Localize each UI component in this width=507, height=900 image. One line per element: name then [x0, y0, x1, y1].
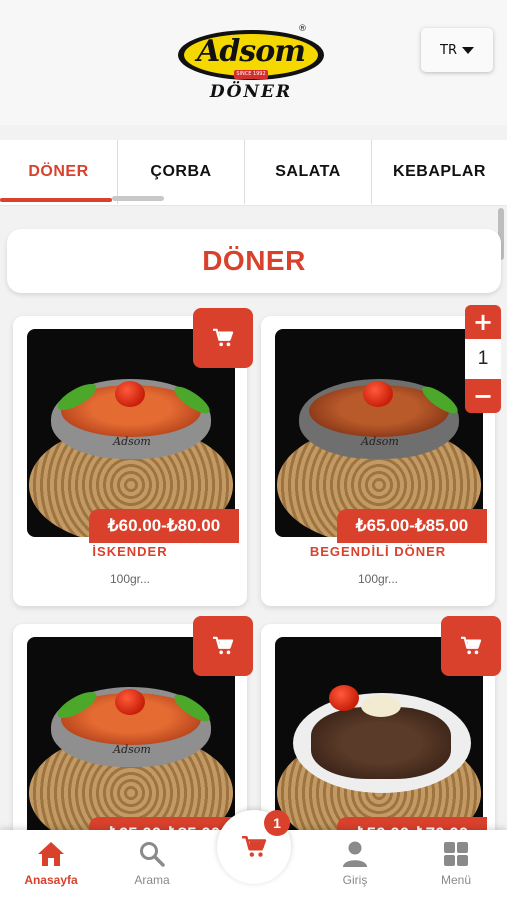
bowl-brand: Adsom	[113, 435, 151, 448]
tab-label: SALATA	[275, 163, 341, 180]
nav-home[interactable]: Anasayfa	[11, 838, 91, 894]
logo-since-badge: SINCE 1992	[234, 70, 268, 79]
product-name[interactable]: BEGENDİLİ DÖNER	[261, 544, 495, 559]
nav-login[interactable]: Giriş	[315, 838, 395, 894]
bowl-brand: Adsom	[113, 743, 151, 756]
tab-salata[interactable]: SALATA	[245, 140, 372, 204]
nav-label: Arama	[134, 873, 170, 887]
logo-brand-text: Adsom	[197, 34, 306, 69]
category-tabs: DÖNER ÇORBA SALATA KEBAPLAR	[0, 140, 507, 206]
tab-label: KEBAPLAR	[393, 163, 486, 180]
product-card[interactable]: Adsom ₺60.00-₺80.00 İSKENDER 100gr...	[13, 308, 253, 606]
nav-label: Anasayfa	[24, 873, 78, 887]
product-description: 100gr...	[109, 572, 151, 586]
product-description: 100gr...	[357, 572, 399, 586]
nav-search[interactable]: Arama	[112, 838, 192, 894]
cart-icon	[213, 636, 234, 655]
tabs-scrollbar[interactable]	[112, 196, 164, 201]
cart-count-badge: 1	[264, 810, 290, 836]
product-price: ₺65.00-₺85.00	[337, 509, 487, 543]
logo-subtitle: DÖNER	[209, 82, 293, 102]
language-label: TR	[440, 42, 457, 58]
cart-icon	[213, 328, 234, 347]
tomato	[115, 689, 145, 715]
section-title: DÖNER	[7, 229, 501, 293]
tab-doner[interactable]: DÖNER	[0, 140, 118, 204]
nav-menu[interactable]: Menü	[416, 838, 496, 894]
add-to-cart-button[interactable]	[193, 616, 253, 676]
increase-quantity-button[interactable]: +	[465, 305, 501, 339]
product-name[interactable]: İSKENDER	[13, 544, 247, 559]
nav-label: Menü	[440, 873, 472, 887]
product-card[interactable]: Adsom ₺65.00-₺85.00 BEGENDİLİ DÖNER 100g…	[261, 316, 495, 606]
tomato	[363, 381, 393, 407]
tab-kebaplar[interactable]: KEBAPLAR	[372, 140, 507, 204]
active-tab-indicator	[0, 198, 112, 202]
grid-menu-icon	[441, 840, 471, 868]
cart-icon	[242, 835, 267, 857]
product-price: ₺60.00-₺80.00	[89, 509, 239, 543]
cart-icon	[461, 636, 482, 655]
language-selector[interactable]: TR	[421, 28, 493, 72]
user-icon	[340, 840, 370, 868]
caret-down-icon	[461, 46, 474, 54]
doner-meat	[311, 707, 451, 779]
quantity-value: 1	[465, 339, 501, 379]
tab-label: DÖNER	[28, 163, 89, 180]
add-to-cart-button[interactable]	[193, 308, 253, 368]
quantity-stepper[interactable]: + 1 −	[465, 305, 501, 413]
decrease-quantity-button[interactable]: −	[465, 379, 501, 413]
add-to-cart-button[interactable]	[441, 616, 501, 676]
home-icon	[36, 840, 66, 868]
registered-mark: ®	[298, 24, 307, 34]
tab-label: ÇORBA	[150, 163, 212, 180]
onion	[361, 695, 401, 717]
bowl-brand: Adsom	[361, 435, 399, 448]
tomato	[115, 381, 145, 407]
brand-logo[interactable]: Adsom ® SINCE 1992 DÖNER	[178, 24, 326, 104]
app-header: Adsom ® SINCE 1992 DÖNER TR	[0, 0, 507, 125]
tomato	[329, 685, 359, 711]
nav-label: Giriş	[342, 873, 368, 887]
tab-corba[interactable]: ÇORBA	[118, 140, 245, 204]
product-image-begendili: Adsom	[275, 329, 483, 537]
search-icon	[137, 840, 167, 868]
